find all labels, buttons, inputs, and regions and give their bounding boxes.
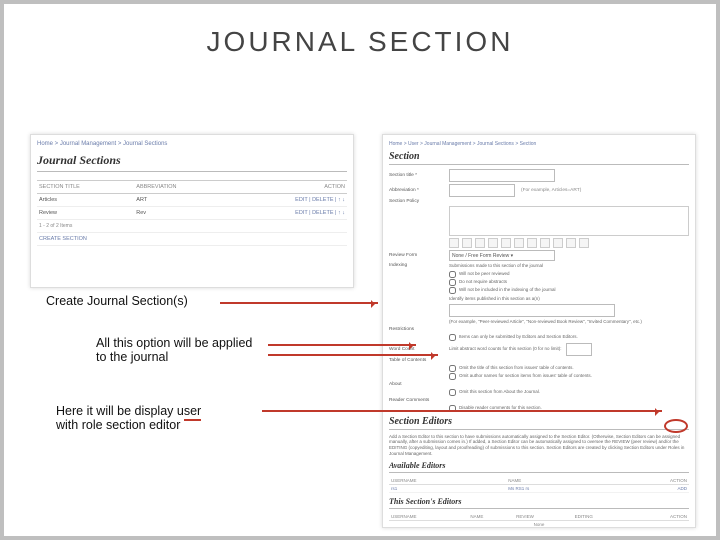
chk-toc-authors-label: Omit author names for section items from…	[459, 373, 592, 379]
this-sections-editors-heading: This Section's Editors	[389, 497, 689, 509]
page-title: Journal Sections	[37, 153, 347, 172]
label-wordcount: Word Count	[389, 347, 449, 352]
none-assigned: None	[389, 520, 689, 528]
arrow-icon	[220, 302, 378, 304]
label-indexing: Indexing	[389, 263, 449, 268]
section-editors-note: Add a Section Editor to this section to …	[389, 434, 689, 457]
cell-name: Ms RS1 rs	[506, 484, 605, 492]
chk-peer[interactable]	[449, 271, 456, 278]
identify-hint: (For example, "Peer-reviewed Article", "…	[449, 319, 689, 325]
callout-text: ser	[184, 404, 201, 421]
review-form-select[interactable]: None / Free Form Review ▾	[449, 250, 555, 261]
unlink-icon[interactable]	[566, 238, 576, 248]
arrow-icon	[268, 344, 416, 346]
arrow-icon	[262, 410, 662, 412]
table-row: Articles ART EDIT | DELETE | ↑ ↓	[37, 194, 347, 207]
callout-text: with role section editor	[56, 418, 180, 432]
indexing-note: Submissions made to this section of the …	[449, 263, 543, 269]
col-title: SECTION TITLE	[37, 181, 134, 194]
chk-restrictions-label: Items can only be submitted by Editors a…	[459, 334, 578, 340]
label-review-form: Review Form	[389, 253, 449, 258]
cut-icon[interactable]	[449, 238, 459, 248]
chk-index[interactable]	[449, 287, 456, 294]
row-actions[interactable]: EDIT | DELETE | ↑ ↓	[230, 207, 347, 220]
list-icon[interactable]	[527, 238, 537, 248]
cell-abbrev: Rev	[134, 207, 230, 220]
col-name: NAME	[468, 513, 514, 521]
copy-icon[interactable]	[462, 238, 472, 248]
label-toc: Table of Contents	[389, 358, 449, 363]
chk-toc-title[interactable]	[449, 365, 456, 372]
col-name: NAME	[506, 477, 605, 485]
review-form-value: None / Free Form Review ▾	[452, 253, 513, 259]
label-policy: Section Policy	[389, 199, 449, 204]
section-form-screenshot: Home > User > Journal Management > Journ…	[382, 134, 696, 528]
col-editing: EDITING	[573, 513, 633, 521]
chk-restrictions[interactable]	[449, 334, 456, 341]
arrow-icon	[268, 354, 438, 356]
col-action: ACTION	[632, 513, 689, 521]
underline-icon[interactable]	[514, 238, 524, 248]
section-heading: Section	[389, 151, 689, 165]
label-section-title: Section title *	[389, 173, 449, 178]
wordcount-input[interactable]	[566, 343, 592, 356]
label-about: About	[389, 382, 449, 387]
available-editors-table: USERNAMENAMEACTION rs1Ms RS1 rsADD	[389, 477, 689, 493]
italic-icon[interactable]	[501, 238, 511, 248]
highlight-circle-icon	[664, 419, 688, 433]
numlist-icon[interactable]	[540, 238, 550, 248]
chk-abstracts-label: Do not require abstracts	[459, 279, 507, 285]
callout-options: All this option will be applied to the j…	[96, 336, 266, 364]
abbrev-input[interactable]	[449, 184, 515, 197]
col-action: ACTION	[230, 181, 347, 194]
sections-table: SECTION TITLE ABBREVIATION ACTION Articl…	[37, 180, 347, 246]
paste-icon[interactable]	[475, 238, 485, 248]
source-icon[interactable]	[579, 238, 589, 248]
this-sections-editors-table: USERNAMENAMEREVIEWEDITINGACTION None	[389, 513, 689, 528]
editor-toolbar[interactable]	[449, 238, 689, 248]
slide-title: JOURNAL SECTION	[14, 26, 706, 58]
cell-title: Review	[37, 207, 134, 220]
table-row: Review Rev EDIT | DELETE | ↑ ↓	[37, 207, 347, 220]
chk-peer-label: Will not be peer reviewed	[459, 271, 510, 277]
identify-input[interactable]	[449, 304, 615, 317]
section-editors-heading: Section Editors	[389, 416, 689, 430]
abbrev-hint: (For example, Articles=ART)	[521, 188, 581, 193]
breadcrumb: Home > Journal Management > Journal Sect…	[37, 141, 347, 147]
label-restrictions: Restrictions	[389, 327, 449, 332]
bold-icon[interactable]	[488, 238, 498, 248]
add-editor-link[interactable]: ADD	[606, 484, 689, 492]
chk-toc-authors[interactable]	[449, 373, 456, 380]
chk-index-label: Will not be included in the indexing of …	[459, 287, 556, 293]
label-abbrev: Abbreviation *	[389, 188, 449, 193]
col-review: REVIEW	[514, 513, 573, 521]
table-row: rs1Ms RS1 rsADD	[389, 484, 689, 492]
col-username: USERNAME	[389, 513, 468, 521]
policy-editor[interactable]	[449, 206, 689, 236]
col-action: ACTION	[606, 477, 689, 485]
chk-about[interactable]	[449, 389, 456, 396]
callout-role: Here it will be display user with role s…	[56, 404, 266, 432]
wordcount-note: Limit abstract word counts for this sect…	[449, 346, 562, 352]
cell-username: rs1	[389, 484, 506, 492]
chk-toc-title-label: Omit the title of this section from issu…	[459, 365, 574, 371]
callout-create: Create Journal Section(s)	[46, 294, 188, 308]
callout-text: Here it will be display u	[56, 404, 184, 418]
cell-abbrev: ART	[134, 194, 230, 207]
label-reader-comments: Reader Comments	[389, 398, 449, 403]
link-icon[interactable]	[553, 238, 563, 248]
pager: 1 - 2 of 2 Items	[37, 220, 347, 233]
cell-title: Articles	[37, 194, 134, 207]
col-username: USERNAME	[389, 477, 506, 485]
available-editors-heading: Available Editors	[389, 461, 689, 473]
journal-sections-screenshot: Home > Journal Management > Journal Sect…	[30, 134, 354, 288]
row-actions[interactable]: EDIT | DELETE | ↑ ↓	[230, 194, 347, 207]
create-section-link[interactable]: CREATE SECTION	[37, 233, 347, 246]
breadcrumb: Home > User > Journal Management > Journ…	[389, 141, 689, 147]
identify-note: Identify items published in this section…	[449, 296, 540, 302]
col-abbrev: ABBREVIATION	[134, 181, 230, 194]
chk-about-label: Omit this section from About the Journal…	[459, 389, 540, 395]
section-title-input[interactable]	[449, 169, 555, 182]
chk-abstracts[interactable]	[449, 279, 456, 286]
